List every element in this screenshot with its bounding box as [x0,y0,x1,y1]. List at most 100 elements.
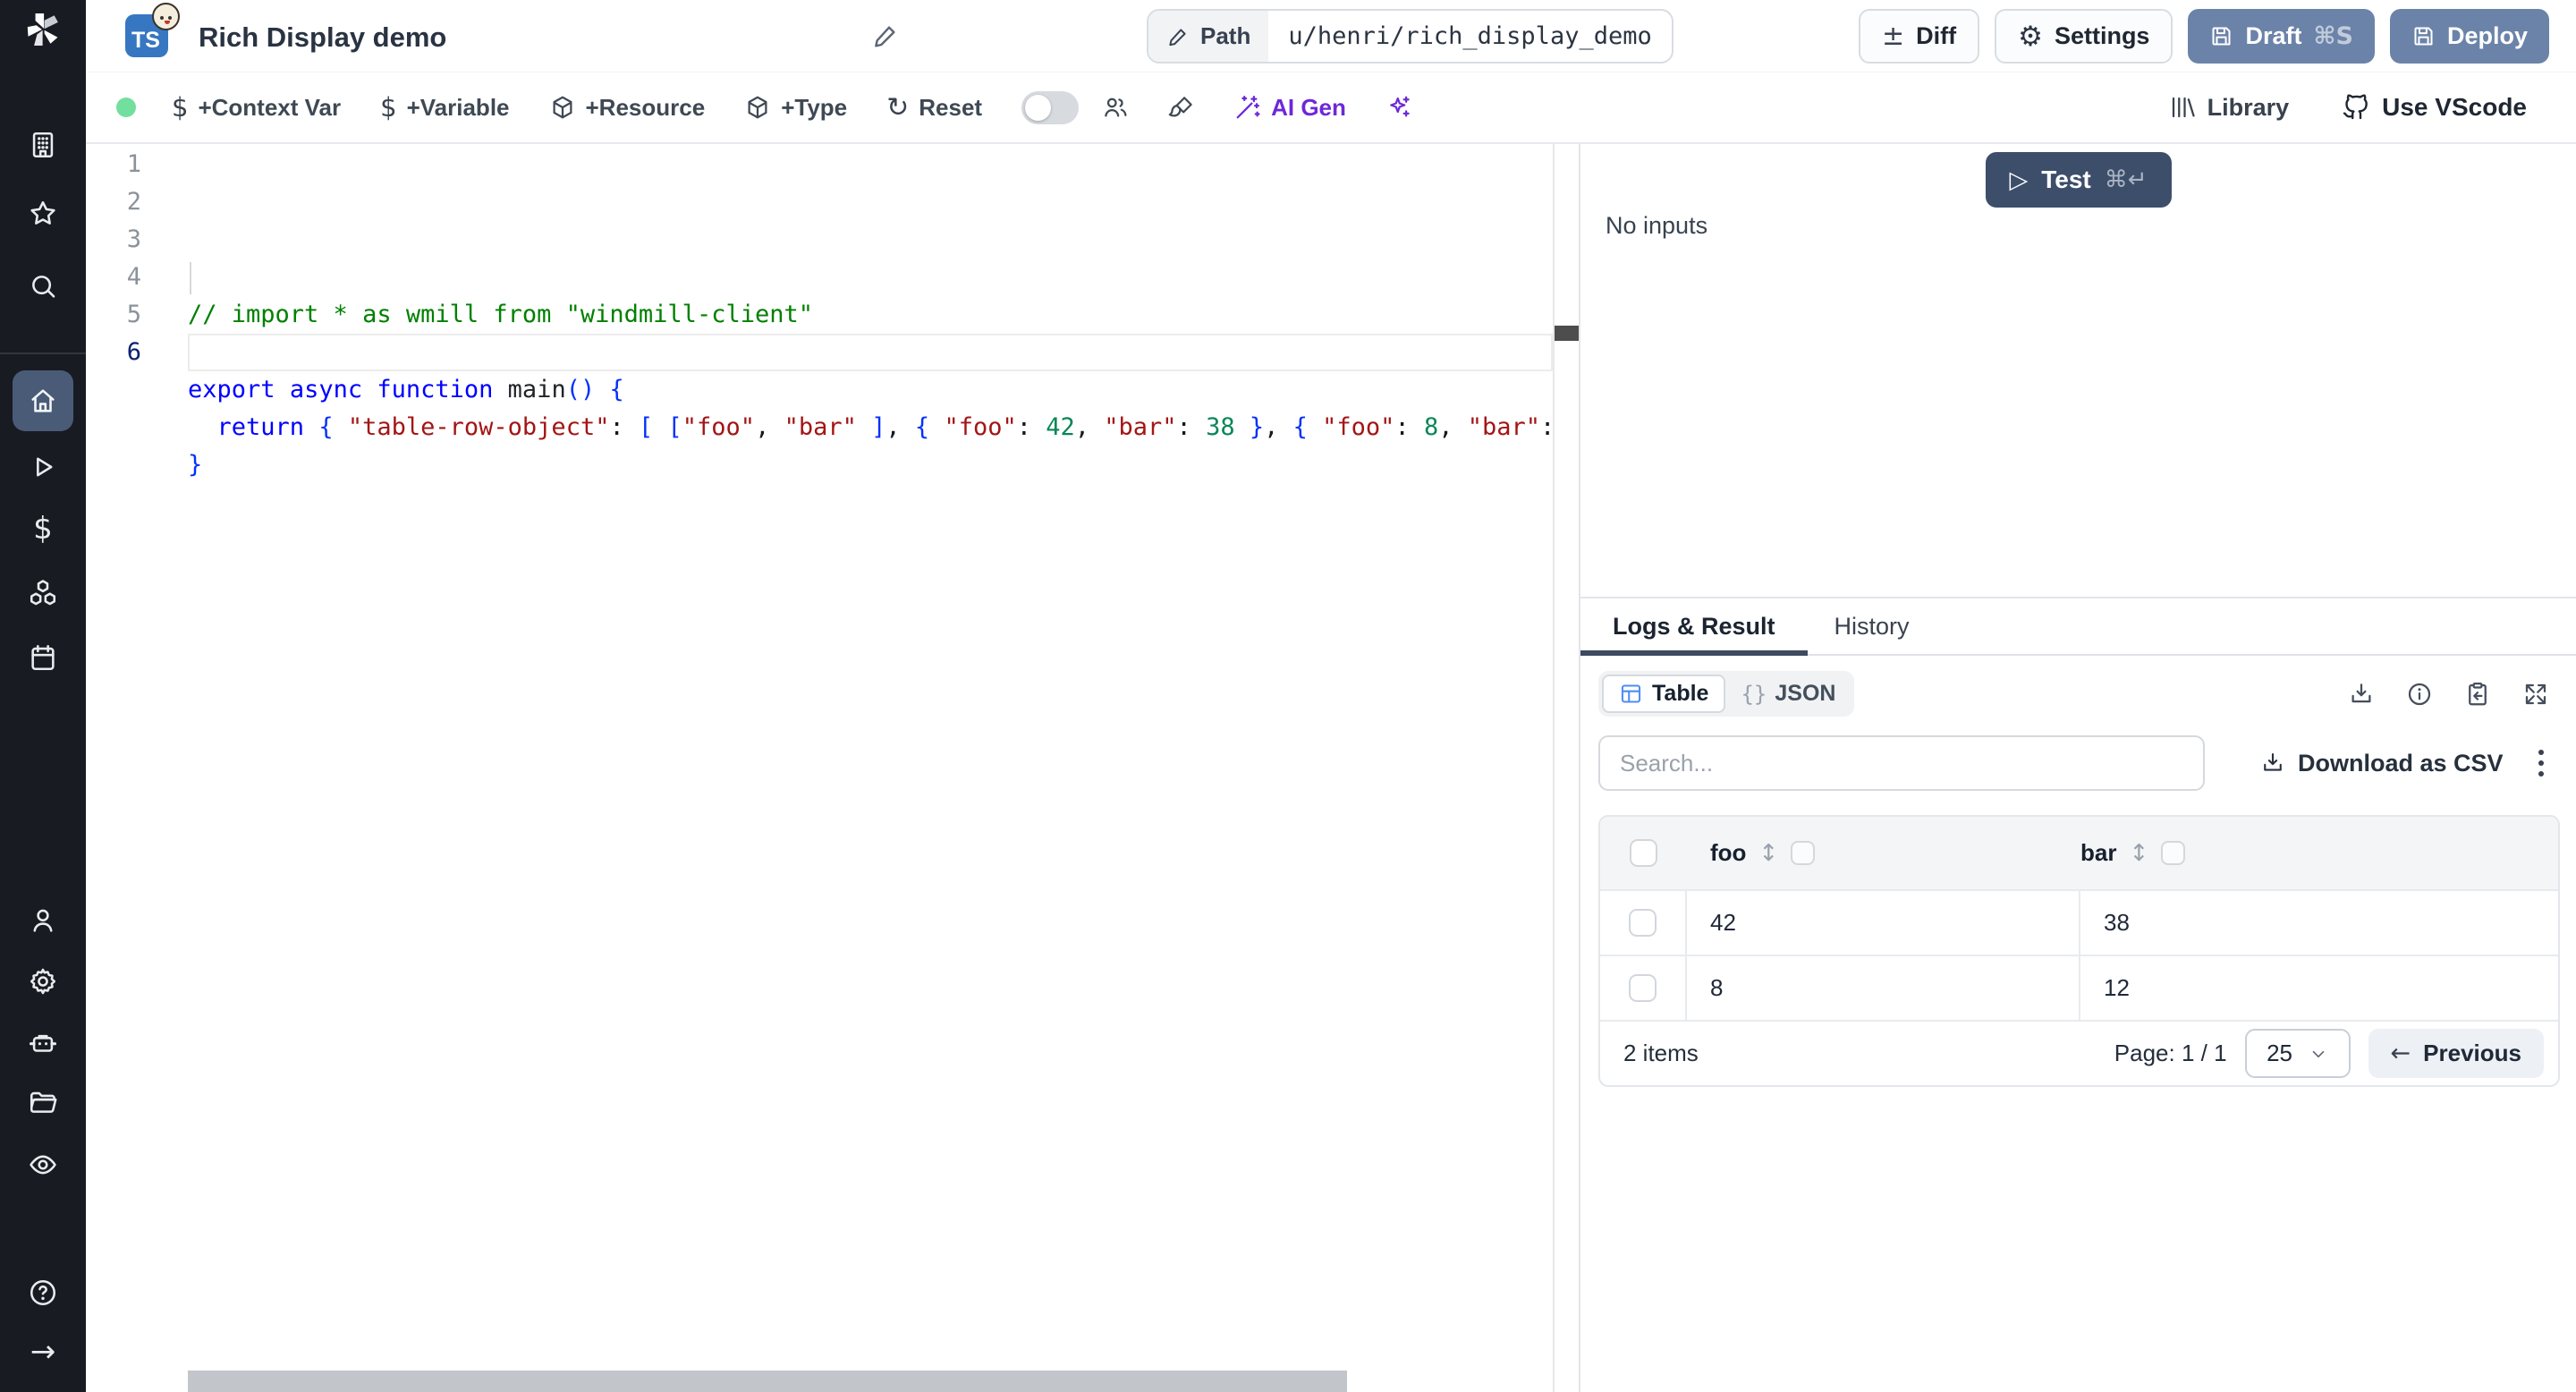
ai-gen-label: AI Gen [1271,94,1346,122]
code-line[interactable] [188,484,1553,522]
cell-bar: 12 [2104,974,2130,1002]
reset-button[interactable]: ↻ Reset [886,92,982,123]
download-csv-button[interactable]: Download as CSV [2260,750,2504,777]
code-editor[interactable]: 123456 // import * as wmill from "windmi… [86,144,1579,1392]
deploy-button[interactable]: Deploy [2390,9,2549,64]
ai-assistant-button[interactable] [1385,94,1412,121]
editor-horizontal-scrollbar[interactable] [188,1371,1347,1392]
add-context-var-button[interactable]: $ +Context Var [172,92,341,123]
code-line[interactable]: export async function main() { [188,371,1553,409]
cell-bar: 38 [2104,909,2130,937]
path-label-segment[interactable]: Path [1148,11,1268,62]
table-options-menu-button[interactable] [2533,744,2549,782]
sidebar-item-audit-logs[interactable] [0,1150,86,1180]
table-row[interactable]: 42 38 [1600,889,2558,955]
pencil-icon [871,21,900,50]
sidebar-item-help[interactable] [0,1277,86,1308]
users-icon [1102,94,1129,121]
library-button[interactable]: Library [2169,94,2290,122]
editor-vertical-scrollbar[interactable] [1553,144,1579,1392]
code-area[interactable]: // import * as wmill from "windmill-clie… [188,146,1553,1371]
code-line[interactable] [188,334,1553,371]
sidebar-item-schedules[interactable] [0,642,86,673]
sort-icon[interactable]: ↕ [1758,840,1778,867]
sidebar-item-home[interactable] [13,370,73,431]
sidebar-item-workers[interactable] [0,1028,86,1058]
test-shortcut: ⌘↵ [2105,166,2148,193]
sidebar-item-settings[interactable] [0,966,86,997]
add-type-button[interactable]: +Type [744,94,847,122]
format-button[interactable] [1168,94,1195,121]
add-resource-label: +Resource [586,94,706,122]
sidebar-item-favorites[interactable] [0,199,86,229]
sidebar-item-workspace[interactable] [0,130,86,160]
sidebar-item-expand[interactable]: → [0,1337,86,1367]
page-title: Rich Display demo [199,21,446,54]
column-header-foo[interactable]: foo [1710,839,1746,867]
expand-icon[interactable] [2522,681,2549,708]
select-all-checkbox[interactable] [1630,839,1657,867]
save-icon [2209,24,2233,48]
column-filter-checkbox[interactable] [1791,841,1815,865]
arrow-right-icon: → [30,1337,56,1367]
tab-logs-result[interactable]: Logs & Result [1580,598,1808,654]
result-search-input[interactable] [1598,735,2205,791]
cell-foo: 42 [1710,909,1736,937]
multiplayer-toggle[interactable] [1021,91,1079,124]
download-icon[interactable] [2348,681,2375,708]
settings-button[interactable]: ⚙ Settings [1995,9,2173,64]
row-checkbox[interactable] [1629,974,1657,1002]
edit-title-button[interactable] [871,21,900,50]
draft-button[interactable]: Draft ⌘S [2188,9,2375,64]
sidebar-item-resources[interactable] [0,578,86,608]
sidebar-item-search[interactable] [0,271,86,301]
line-number-gutter[interactable]: 123456 [86,146,141,371]
sparkles-icon [1385,94,1412,121]
package-icon [744,94,771,121]
path-control[interactable]: Path u/henri/rich_display_demo [1147,9,1674,64]
column-header-bar[interactable]: bar [2080,839,2116,867]
tab-history[interactable]: History [1808,613,1936,641]
code-line[interactable]: return { "table-row-object": [ ["foo", "… [188,409,1553,446]
add-variable-button[interactable]: $ +Variable [380,92,509,123]
deploy-label: Deploy [2447,22,2528,50]
ai-gen-button[interactable]: AI Gen [1234,94,1346,122]
collaborators-button[interactable] [1102,94,1129,121]
table-header-row: foo ↕ bar ↕ [1600,817,2558,889]
add-context-var-label: +Context Var [198,94,341,122]
test-button[interactable]: ▷ Test ⌘↵ [1985,152,2171,208]
braces-icon: {} [1741,682,1767,707]
add-variable-label: +Variable [407,94,510,122]
sidebar-item-users[interactable] [0,905,86,936]
add-type-label: +Type [781,94,847,122]
row-checkbox[interactable] [1629,909,1657,937]
gear-icon: ⚙ [2018,21,2043,53]
sidebar-item-runs[interactable] [0,452,86,482]
view-table-label: Table [1652,681,1708,707]
table-row[interactable]: 8 12 [1600,955,2558,1020]
sort-icon[interactable]: ↕ [2129,840,2148,867]
diff-button[interactable]: ± Diff [1859,9,1979,64]
download-csv-label: Download as CSV [2298,750,2504,777]
page-size-select[interactable]: 25 [2245,1029,2351,1078]
package-icon [549,94,576,121]
column-filter-checkbox[interactable] [2161,841,2185,865]
view-table-button[interactable]: Table [1602,675,1725,713]
table-icon [1619,682,1643,706]
info-icon[interactable] [2406,681,2433,708]
page-size-value: 25 [2267,1040,2292,1067]
sidebar-item-variables[interactable]: $ [0,514,86,544]
add-resource-button[interactable]: +Resource [549,94,706,122]
windmill-logo[interactable] [0,10,86,49]
result-tabs: Logs & Result History [1580,598,2576,656]
chevron-down-icon [2309,1044,2328,1064]
use-vscode-button[interactable]: Use VScode [2341,93,2527,122]
sidebar-item-folders[interactable] [0,1087,86,1117]
code-line[interactable]: } [188,446,1553,484]
previous-page-button[interactable]: ← Previous [2368,1029,2544,1078]
clipboard-paste-icon[interactable] [2464,681,2491,708]
paintbrush-icon [1168,94,1195,121]
view-json-button[interactable]: {} JSON [1725,676,1851,711]
draft-label: Draft [2245,22,2301,50]
code-line[interactable]: // import * as wmill from "windmill-clie… [188,296,1553,334]
